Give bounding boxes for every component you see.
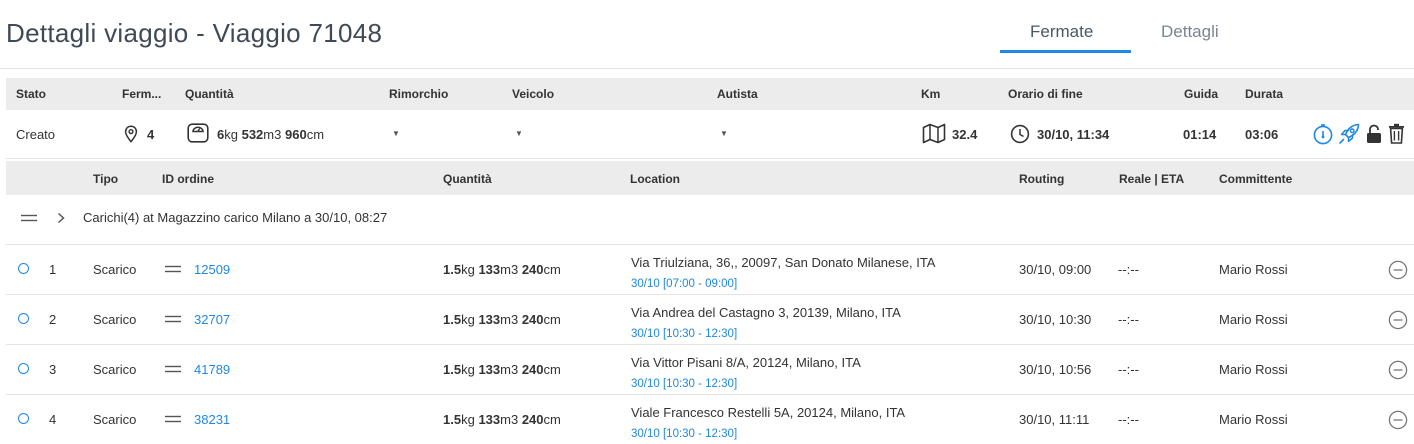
radio-icon[interactable] (18, 313, 29, 324)
col-fermate[interactable]: Ferm... (122, 87, 161, 101)
radio-icon[interactable] (18, 363, 29, 374)
timer-icon[interactable] (1312, 123, 1334, 145)
scale-icon (187, 123, 209, 143)
routing-time: 30/10, 10:30 (1019, 312, 1092, 327)
eta: --:-- (1118, 412, 1139, 427)
col-durata: Durata (1245, 87, 1284, 101)
trip-stop-count: 4 (147, 127, 155, 142)
divider (0, 68, 1414, 69)
remove-circle-icon[interactable] (1388, 310, 1408, 330)
trip-quantity: 6kg 532m3 960cm (217, 127, 325, 142)
col-committente: Committente (1219, 172, 1293, 186)
col-id-ordine: ID ordine (162, 172, 215, 186)
stop-address: Viale Francesco Restelli 5A, 20124, Mila… (631, 405, 906, 420)
rocket-icon[interactable] (1337, 122, 1361, 146)
tab-dettagli[interactable]: Dettagli (1161, 22, 1219, 42)
stop-number: 2 (49, 312, 57, 327)
col-routing: Routing (1019, 172, 1065, 186)
trip-duration: 03:06 (1245, 127, 1279, 142)
eta: --:-- (1118, 262, 1139, 277)
drag-handle-icon[interactable] (165, 415, 181, 423)
drag-handle-icon[interactable] (165, 315, 181, 323)
col-quantita: Quantità (443, 172, 492, 186)
col-stato: Stato (16, 87, 46, 101)
remove-circle-icon[interactable] (1388, 260, 1408, 280)
trip-km: 32.4 (952, 127, 978, 142)
stop-number: 3 (49, 362, 57, 377)
col-autista: Autista (717, 87, 758, 101)
stop-type: Scarico (93, 412, 137, 427)
rimorchio-dropdown[interactable]: ▼ (392, 129, 400, 138)
stop-quantity: 1.5kg 133m3 240cm (443, 362, 561, 377)
lock-icon[interactable] (1366, 123, 1382, 145)
eta: --:-- (1118, 362, 1139, 377)
stop-number: 4 (49, 412, 57, 427)
trip-status: Creato (16, 127, 56, 142)
col-quantita: Quantità (185, 87, 234, 101)
divider (6, 294, 1414, 295)
col-tipo: Tipo (93, 172, 119, 186)
col-rimorchio: Rimorchio (389, 87, 449, 101)
group-label[interactable]: Carichi(4) at Magazzino carico Milano a … (83, 210, 387, 225)
stop-address: Via Triulziana, 36,, 20097, San Donato M… (631, 255, 936, 270)
divider (6, 394, 1414, 395)
col-veicolo: Veicolo (512, 87, 555, 101)
stop-number: 1 (49, 262, 57, 277)
committente: Mario Rossi (1219, 262, 1288, 277)
time-window: 30/10 [07:00 - 09:00] (631, 278, 738, 290)
committente: Mario Rossi (1219, 362, 1288, 377)
col-guida: Guida (1184, 87, 1219, 101)
order-id-link[interactable]: 41789 (194, 362, 230, 377)
trip-drive-time: 01:14 (1183, 127, 1217, 142)
tab-fermate[interactable]: Fermate (1030, 22, 1093, 42)
chevron-right-icon[interactable] (57, 212, 65, 224)
col-orario-fine: Orario di fine (1008, 87, 1083, 101)
stops-table-header (6, 161, 1414, 195)
time-window: 30/10 [10:30 - 12:30] (631, 328, 738, 340)
page-title: Dettagli viaggio - Viaggio 71048 (6, 18, 383, 48)
order-id-link[interactable]: 12509 (194, 262, 230, 277)
map-icon (922, 123, 946, 144)
order-id-link[interactable]: 38231 (194, 412, 230, 427)
map-pin-icon (124, 125, 138, 143)
drag-handle-icon[interactable] (165, 365, 181, 373)
stop-quantity: 1.5kg 133m3 240cm (443, 412, 561, 427)
time-window: 30/10 [10:30 - 12:30] (631, 378, 738, 390)
col-location: Location (630, 172, 680, 186)
trash-icon[interactable] (1388, 123, 1405, 144)
stop-quantity: 1.5kg 133m3 240cm (443, 312, 561, 327)
veicolo-dropdown[interactable]: ▼ (515, 129, 523, 138)
drag-handle-icon[interactable] (21, 214, 37, 222)
autista-dropdown[interactable]: ▼ (720, 129, 728, 138)
stop-address: Via Andrea del Castagno 3, 20139, Milano… (631, 305, 901, 320)
stop-quantity: 1.5kg 133m3 240cm (443, 262, 561, 277)
trip-end-time: 30/10, 11:34 (1037, 127, 1110, 142)
col-km: Km (921, 87, 941, 101)
remove-circle-icon[interactable] (1388, 410, 1408, 430)
committente: Mario Rossi (1219, 412, 1288, 427)
radio-icon[interactable] (18, 413, 29, 424)
drag-handle-icon[interactable] (165, 265, 181, 273)
divider (6, 344, 1414, 345)
clock-icon (1010, 124, 1030, 144)
stop-type: Scarico (93, 262, 137, 277)
divider (6, 244, 1414, 245)
divider (6, 158, 1414, 159)
radio-icon[interactable] (18, 263, 29, 274)
stop-type: Scarico (93, 362, 137, 377)
order-id-link[interactable]: 32707 (194, 312, 230, 327)
col-reale-eta: Reale | ETA (1119, 172, 1185, 186)
eta: --:-- (1118, 312, 1139, 327)
routing-time: 30/10, 10:56 (1019, 362, 1092, 377)
remove-circle-icon[interactable] (1388, 360, 1408, 380)
stop-type: Scarico (93, 312, 137, 327)
stop-address: Via Vittor Pisani 8/A, 20124, Milano, IT… (631, 355, 861, 370)
active-tab-indicator (1000, 50, 1131, 53)
routing-time: 30/10, 09:00 (1019, 262, 1092, 277)
routing-time: 30/10, 11:11 (1019, 412, 1090, 427)
time-window: 30/10 [10:30 - 12:30] (631, 428, 738, 440)
committente: Mario Rossi (1219, 312, 1288, 327)
